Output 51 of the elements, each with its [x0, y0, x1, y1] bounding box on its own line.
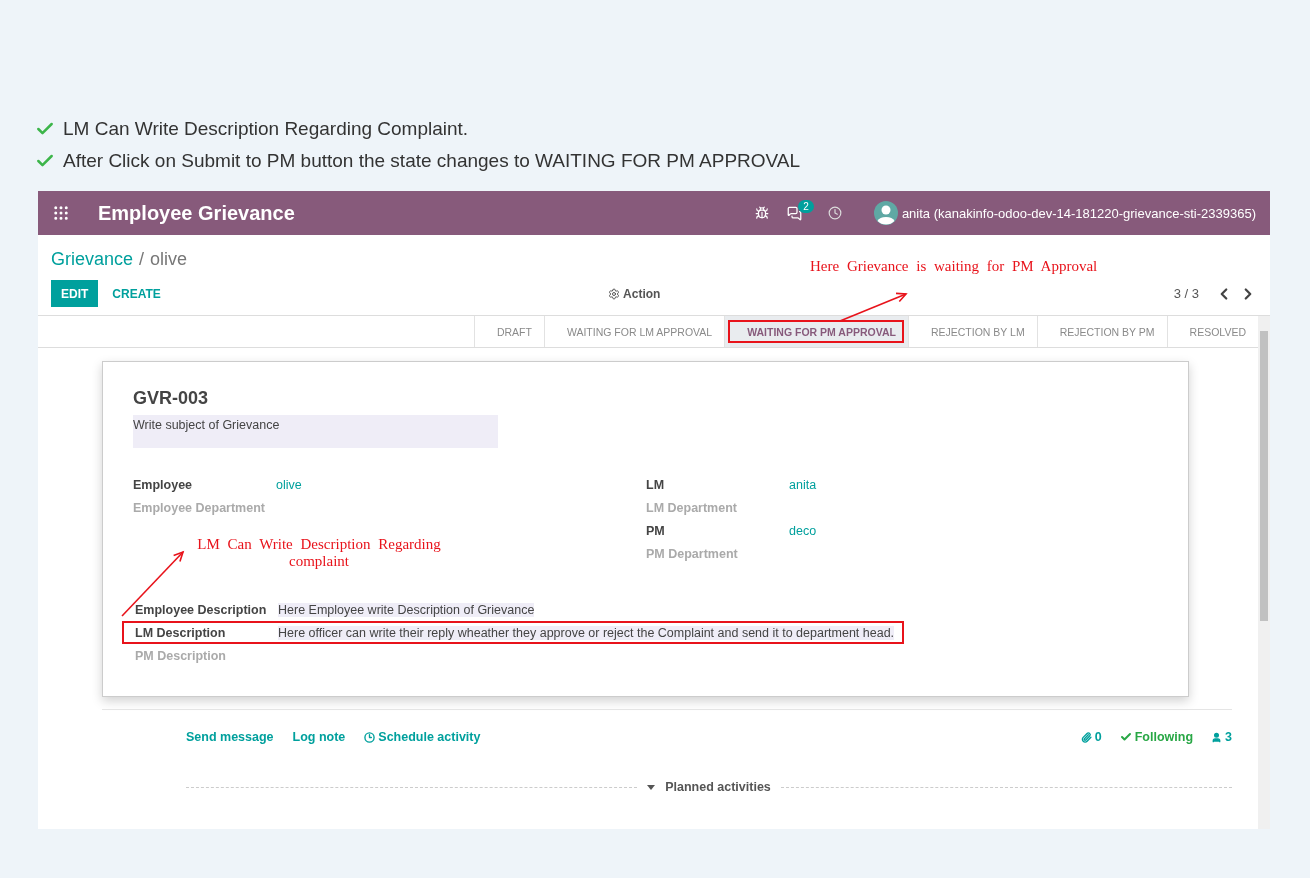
avatar-icon[interactable] [873, 201, 898, 225]
pager-counter: 3 / 3 [1173, 286, 1199, 301]
note-text: After Click on Submit to PM button the state changes to WAITING FOR PM APPROVAL [63, 150, 801, 172]
followers-link[interactable]: 3 [1211, 730, 1232, 744]
paperclip-icon [1080, 731, 1092, 743]
field-label: Employee Department [133, 501, 266, 517]
field-label: PM [646, 524, 666, 540]
field-label: Employee Description [135, 602, 268, 617]
chat-icon[interactable] [786, 205, 802, 221]
field-label: LM Department [646, 501, 738, 517]
user-name[interactable]: anita (kanakinfo-odoo-dev-14-181220-grievance-sti-2339365) [901, 205, 1256, 221]
attachments-link[interactable]: 0 [1080, 730, 1102, 744]
action-menu[interactable]: Action [602, 285, 667, 302]
clock-icon [364, 731, 376, 743]
chatter-action-link[interactable]: Send message [186, 730, 274, 744]
field-label: LM [646, 478, 666, 494]
app-title: Employee Grievance [98, 201, 295, 225]
clock-icon[interactable] [827, 206, 842, 220]
annotation-text: Here Grievance is waiting for PM Approval [810, 258, 1098, 275]
check-icon [1119, 731, 1132, 743]
field-label: Employee [133, 478, 194, 494]
edit-button[interactable]: EDIT [51, 280, 99, 307]
subject-field[interactable]: Write subject of Grievance [133, 415, 498, 448]
bug-icon[interactable] [754, 206, 769, 220]
scrollbar[interactable] [1258, 316, 1270, 829]
chatter-action-link[interactable]: Log note [292, 730, 346, 744]
breadcrumb-current: olive [150, 249, 188, 270]
status-stage[interactable]: WAITING FOR PM APPROVAL [724, 316, 908, 347]
field-value-link[interactable]: olive [276, 478, 302, 492]
description-text[interactable]: Here officer can write their reply wheather they approve or reject the Complaint and send it to department head. [278, 625, 895, 640]
planned-activities-toggle[interactable]: Planned activities [665, 780, 771, 794]
following-link[interactable]: Following [1119, 730, 1194, 744]
arrow [840, 294, 906, 321]
field-label: PM Department [646, 547, 739, 563]
field-value-link[interactable]: anita [789, 478, 817, 492]
field-label: LM Description [135, 625, 227, 640]
breadcrumb-separator: / [139, 249, 145, 270]
chatter-action-link[interactable]: Schedule activity [364, 730, 481, 744]
breadcrumb-link[interactable]: Grievance [51, 249, 134, 270]
message-count-badge: 2 [798, 199, 814, 213]
apps-menu-icon[interactable] [52, 204, 70, 222]
description-text[interactable]: Here Employee write Description of Grievance [278, 602, 535, 617]
gear-icon [608, 287, 621, 300]
note-text: LM Can Write Description Regarding Complaint. [63, 118, 469, 140]
field-label: PM Description [135, 648, 227, 663]
create-button[interactable]: CREATE [102, 280, 171, 307]
caret-icon [647, 784, 656, 790]
user-icon [1211, 731, 1223, 743]
annotation-text: LM Can Write Description Regarding complaint [196, 536, 442, 570]
record-reference: GVR-003 [133, 388, 210, 409]
field-value-link[interactable]: deco [789, 524, 817, 538]
